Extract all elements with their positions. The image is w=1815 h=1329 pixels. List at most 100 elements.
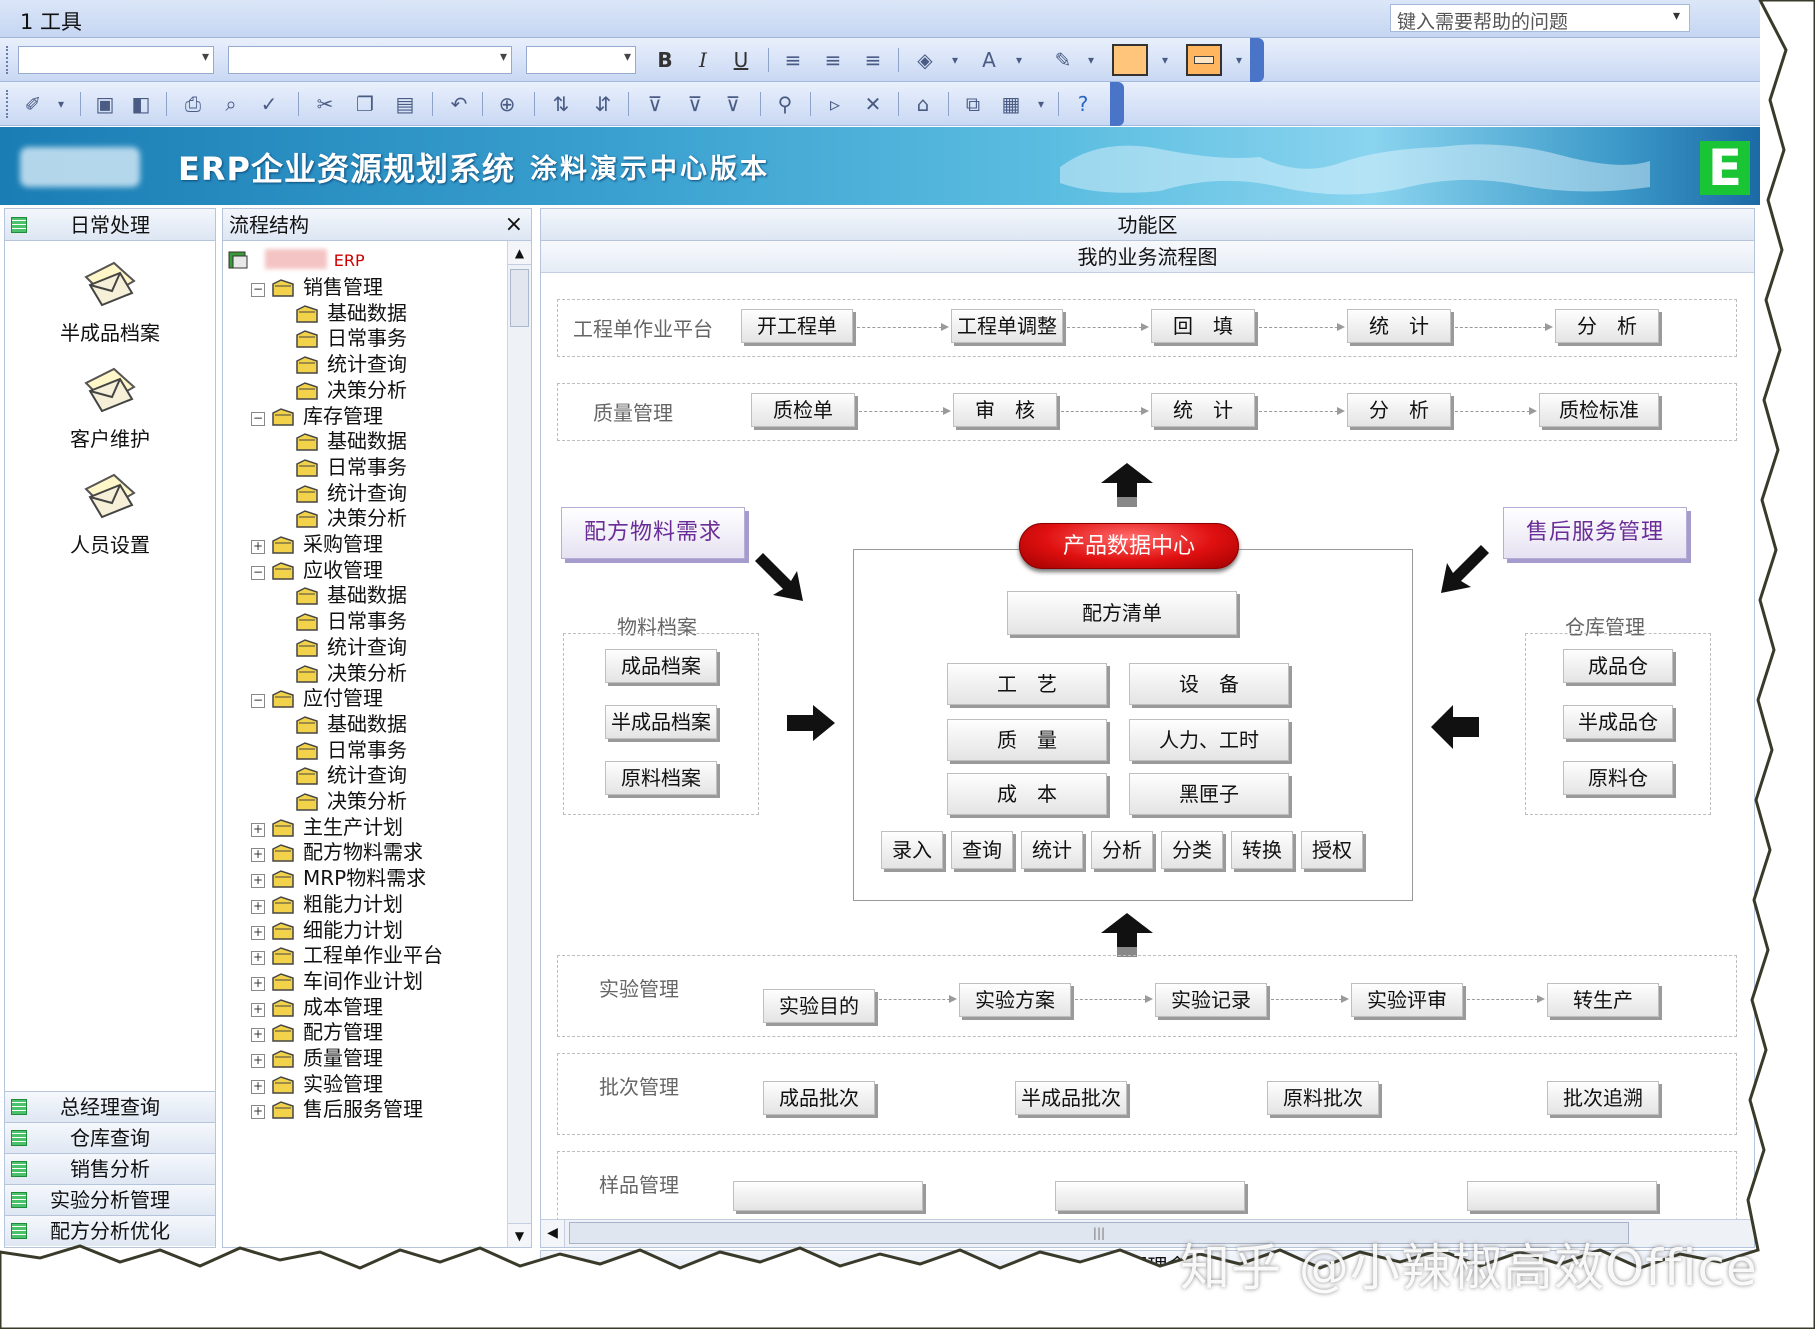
flow-button[interactable]: 回 填 xyxy=(1151,309,1255,343)
font-color-button[interactable]: A xyxy=(974,45,1004,75)
collapse-icon[interactable]: − xyxy=(251,694,265,709)
flow-button[interactable]: 统 计 xyxy=(1347,309,1451,343)
font-combo[interactable] xyxy=(228,46,512,74)
tree-node[interactable]: + 配方管理 xyxy=(251,1018,383,1046)
tab-experiment-analysis[interactable]: 实验分析管理 xyxy=(5,1184,215,1215)
scroll-left-icon[interactable]: ◀ xyxy=(541,1220,565,1247)
tree-leaf[interactable]: 统计查询 xyxy=(295,479,407,507)
action-button[interactable]: 录入 xyxy=(881,831,943,869)
tree-leaf[interactable]: 日常事务 xyxy=(295,453,407,481)
line-color-icon[interactable]: ✎ xyxy=(1048,45,1078,75)
tree-leaf[interactable]: 日常事务 xyxy=(295,736,407,764)
flow-button[interactable]: 开工程单 xyxy=(741,309,853,343)
undo-icon[interactable]: ↶ xyxy=(444,89,474,119)
expand-icon[interactable]: + xyxy=(251,540,265,554)
daily-tasks-header[interactable]: 日常处理 xyxy=(5,209,215,241)
expand-icon[interactable]: + xyxy=(251,1002,265,1017)
copy-icon[interactable]: ❐ xyxy=(350,89,380,119)
raw-material-archive-button[interactable]: 原料档案 xyxy=(605,761,717,795)
shortcut-customer[interactable]: 客户维护 xyxy=(5,365,215,452)
flow-button[interactable]: 实验方案 xyxy=(959,983,1071,1017)
equipment-button[interactable]: 设 备 xyxy=(1129,663,1289,705)
action-button[interactable]: 授权 xyxy=(1301,831,1363,869)
tree-leaf[interactable]: 决策分析 xyxy=(295,787,407,815)
tree-scrollbar[interactable]: ▲ ▼ xyxy=(507,241,531,1247)
font-size-combo[interactable] xyxy=(526,46,636,74)
flow-button[interactable]: 质检单 xyxy=(751,393,855,427)
bold-button[interactable]: B xyxy=(650,45,680,75)
semi-finished-warehouse-button[interactable]: 半成品仓 xyxy=(1563,705,1673,739)
underline-button[interactable]: U xyxy=(726,45,756,75)
tree-node[interactable]: + 质量管理 xyxy=(251,1044,383,1072)
sort-ascending-icon[interactable]: ⇅ xyxy=(546,89,576,119)
hyperlink-icon[interactable]: ⊕ xyxy=(492,89,522,119)
flow-button[interactable]: 质检标准 xyxy=(1539,393,1659,427)
expand-icon[interactable]: + xyxy=(251,976,265,991)
tree-root[interactable]: ERP xyxy=(227,245,365,273)
tree-node[interactable]: + 采购管理 xyxy=(251,530,383,558)
tree-node[interactable]: + 售后服务管理 xyxy=(251,1095,423,1123)
cost-button[interactable]: 成 本 xyxy=(947,773,1107,815)
action-button[interactable]: 查询 xyxy=(951,831,1013,869)
fill-color-icon[interactable]: ◈ xyxy=(910,45,940,75)
paste-icon[interactable]: ▤ xyxy=(390,89,420,119)
toolbar-grip[interactable] xyxy=(6,90,10,118)
tree-node[interactable]: − 库存管理 xyxy=(251,402,383,430)
flow-button[interactable]: 分 析 xyxy=(1347,393,1451,427)
tree-leaf[interactable]: 决策分析 xyxy=(295,376,407,404)
tree-node[interactable]: + 成本管理 xyxy=(251,993,383,1021)
scroll-thumb[interactable] xyxy=(510,269,529,327)
tree-node[interactable]: + MRP物料需求 xyxy=(251,864,426,892)
formula-material-demand-button[interactable]: 配方物料需求 xyxy=(561,507,745,559)
tab-ceo-query[interactable]: 总经理查询 xyxy=(5,1091,215,1122)
tree-node[interactable]: − 应收管理 xyxy=(251,556,383,584)
tree-node[interactable]: + 主生产计划 xyxy=(251,813,403,841)
border-dropdown-icon[interactable]: ▾ xyxy=(1150,45,1180,75)
expand-icon[interactable]: + xyxy=(251,1079,265,1094)
new-record-icon[interactable]: ▹ xyxy=(820,89,850,119)
font-color-dropdown-icon[interactable]: ▾ xyxy=(1004,45,1034,75)
tree-leaf[interactable]: 基础数据 xyxy=(295,299,407,327)
tab-sales-analysis[interactable]: 销售分析 xyxy=(5,1153,215,1184)
tree-node[interactable]: + 粗能力计划 xyxy=(251,890,403,918)
expand-icon[interactable]: + xyxy=(251,925,265,940)
flow-button[interactable]: 实验评审 xyxy=(1351,983,1463,1017)
tree-leaf[interactable]: 统计查询 xyxy=(295,350,407,378)
print-icon[interactable]: ⎙ xyxy=(178,89,208,119)
help-icon[interactable]: ? xyxy=(1068,89,1098,119)
style-combo[interactable] xyxy=(18,46,214,74)
shortcut-staff[interactable]: 人员设置 xyxy=(5,471,215,558)
new-object-dropdown-icon[interactable]: ▾ xyxy=(1026,89,1056,119)
action-button[interactable]: 转换 xyxy=(1231,831,1293,869)
close-icon[interactable]: × xyxy=(505,209,523,241)
flow-button[interactable]: 转生产 xyxy=(1547,983,1659,1017)
formula-list-button[interactable]: 配方清单 xyxy=(1007,591,1237,635)
action-button[interactable]: 分类 xyxy=(1161,831,1223,869)
line-color-dropdown-icon[interactable]: ▾ xyxy=(1076,45,1106,75)
flow-button[interactable]: 成品批次 xyxy=(763,1081,875,1115)
flow-button[interactable]: 半成品批次 xyxy=(1015,1081,1127,1115)
flow-button[interactable]: 实验目的 xyxy=(763,989,875,1023)
scroll-down-icon[interactable]: ▼ xyxy=(508,1223,531,1247)
tab-warehouse-query[interactable]: 仓库查询 xyxy=(5,1122,215,1153)
italic-button[interactable]: I xyxy=(688,45,718,75)
expand-icon[interactable]: + xyxy=(251,874,265,889)
collapse-icon[interactable]: − xyxy=(251,565,265,580)
toolbar-options-icon[interactable] xyxy=(1250,38,1264,82)
tree-leaf[interactable]: 决策分析 xyxy=(295,504,407,532)
flow-button[interactable]: 审 核 xyxy=(953,393,1057,427)
flow-button[interactable]: 原料批次 xyxy=(1267,1081,1379,1115)
raw-material-warehouse-button[interactable]: 原料仓 xyxy=(1563,761,1673,795)
tree-leaf[interactable]: 决策分析 xyxy=(295,659,407,687)
toolbar-options-icon[interactable] xyxy=(1110,82,1124,126)
collapse-icon[interactable]: − xyxy=(251,411,265,426)
menu-tools[interactable]: 1 工具 xyxy=(20,6,82,36)
database-window-icon[interactable]: ⧉ xyxy=(958,89,988,119)
flow-button[interactable] xyxy=(733,1181,923,1211)
toolbar-grip[interactable] xyxy=(6,46,10,74)
find-icon[interactable]: ⚲ xyxy=(770,89,800,119)
permission-icon[interactable]: ◧ xyxy=(126,89,156,119)
align-center-icon[interactable]: ≡ xyxy=(818,45,848,75)
tree-leaf[interactable]: 统计查询 xyxy=(295,633,407,661)
fill-color-dropdown-icon[interactable]: ▾ xyxy=(940,45,970,75)
